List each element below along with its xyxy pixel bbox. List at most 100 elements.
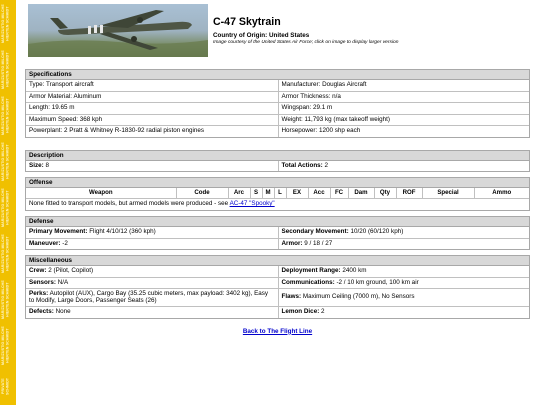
secondary-movement-cell: Secondary Movement: 10/20 (60/120 kph) <box>277 227 530 238</box>
defects-cell: Defects: None <box>26 307 278 318</box>
communications-value: -2 / 10 km ground, 100 km air <box>336 278 419 286</box>
deployment-range-cell: Deployment Range: 2400 km <box>277 266 530 277</box>
section-heading: Specifications <box>26 70 529 80</box>
table-row: Maximum Speed: 368 kph Weight: 11,793 kg… <box>26 114 530 126</box>
sidebar-stamp: MARIZUSTIG MILCHE HIERTEN SCHMIDT <box>1 50 10 90</box>
sidebar-stamp: MARIZUSTIG MILCHE HIERTEN SCHMIDT <box>1 326 10 366</box>
aircraft-image <box>28 4 208 57</box>
maneuver-label: Maneuver: <box>29 239 61 247</box>
size-label: Size: <box>29 161 44 169</box>
sensors-value: N/A <box>57 278 69 286</box>
primary-movement-value: Flight 4/10/12 (360 kph) <box>89 228 156 235</box>
divider <box>25 138 530 150</box>
column-header: EX <box>286 188 309 199</box>
section-heading: Description <box>26 150 529 161</box>
specifications-section: Specifications Type: Transport aircraft … <box>25 69 530 138</box>
deployment-range-value: 2400 km <box>342 267 367 274</box>
sensors-label: Sensors: <box>29 278 56 286</box>
sidebar-stamp: MARIZUSTIG MILCHE HIERTEN SCHMIDT <box>1 234 10 274</box>
table-row: Sensors: N/A Communications: -2 / 10 km … <box>26 277 530 289</box>
column-header: Qty <box>374 188 397 199</box>
offense-note-text: None fitted to transport models, but arm… <box>29 200 229 207</box>
spec-wingspan: Wingspan: 29.1 m <box>277 103 530 114</box>
defects-label: Defects: <box>29 308 54 315</box>
table-row: Defects: None Lemon Dice: 2 <box>26 307 529 318</box>
sidebar-stamp: MARIZUSTIG MILCHE HIERTEN SCHMIDT <box>1 142 10 182</box>
column-header: Acc <box>308 188 331 199</box>
spec-horsepower: Horsepower: 1200 shp each <box>277 126 530 137</box>
table-row: Primary Movement: Flight 4/10/12 (360 kp… <box>26 227 529 239</box>
column-header: L <box>274 188 287 199</box>
spec-type: Type: Transport aircraft <box>29 81 94 88</box>
primary-movement-label: Primary Movement: <box>29 228 88 235</box>
section-heading: Miscellaneous <box>26 256 529 266</box>
spec-powerplant: Powerplant: 2 Pratt & Whitney R-1830-92 … <box>29 127 205 134</box>
ac47-spooky-link[interactable]: AC-47 "Spooky" <box>230 200 275 207</box>
offense-section: Offense Weapon Code Arc S M L EX Acc FC … <box>25 177 530 211</box>
column-header: Arc <box>228 188 251 199</box>
back-to-flight-line-link[interactable]: Back to The Flight Line <box>243 328 312 335</box>
table-row: Perks: Autopilot (AUX), Cargo Bay (35.25… <box>26 289 529 307</box>
description-section: Description Size: 8 Total Actions: 2 <box>25 149 530 172</box>
defense-section: Defense Primary Movement: Flight 4/10/12… <box>25 216 530 250</box>
spec-armor-thickness: Armor Thickness: n/a <box>277 91 530 102</box>
defects-value: None <box>55 308 71 315</box>
maneuver-cell: Maneuver: -2 <box>26 239 278 250</box>
sidebar-strip: MARIZUSTIG MILCHE HIERTEN SCHMIDT MARIZU… <box>0 0 16 405</box>
lemon-dice-label: Lemon Dice: <box>281 308 320 315</box>
column-header: M <box>262 188 275 199</box>
column-header: Dam <box>348 188 375 199</box>
offense-table: Weapon Code Arc S M L EX Acc FC Dam Qty … <box>26 188 529 199</box>
image-courtesy: Image courtesy of the United States Air … <box>213 40 399 45</box>
spec-manufacturer: Manufacturer: Douglas Aircraft <box>277 80 530 91</box>
page-header: C-47 Skytrain Country of Origin: United … <box>25 4 530 62</box>
miscellaneous-section: Miscellaneous Crew: 2 (Pilot, Copilot) D… <box>25 255 530 319</box>
table-row: Powerplant: 2 Pratt & Whitney R-1830-92 … <box>26 126 529 137</box>
crew-cell: Crew: 2 (Pilot, Copilot) <box>26 266 278 277</box>
secondary-movement-label: Secondary Movement: <box>281 228 349 235</box>
spec-length: Length: 19.65 m <box>29 104 75 111</box>
sidebar-stamp: MARIZUSTIG MILCHE HIERTEN SCHMIDT <box>1 96 10 136</box>
table-row: Type: Transport aircraft Manufacturer: D… <box>26 80 529 92</box>
table-row: Crew: 2 (Pilot, Copilot) Deployment Rang… <box>26 266 529 278</box>
crew-label: Crew: <box>29 267 47 274</box>
armor-value: 9 / 18 / 27 <box>304 239 333 247</box>
spec-armor-material: Armor Material: Aluminum <box>29 92 102 100</box>
flaws-value: Maximum Ceiling (7000 m), No Sensors <box>302 293 415 301</box>
column-header: ROF <box>396 188 423 199</box>
page-title: C-47 Skytrain <box>213 16 281 28</box>
maneuver-value: -2 <box>62 239 68 247</box>
aircraft-photo[interactable] <box>28 4 208 57</box>
total-actions-cell: Total Actions: 2 <box>277 160 530 171</box>
armor-label: Armor: <box>281 239 303 247</box>
column-header: Ammo <box>474 188 529 199</box>
origin-value: United States <box>268 32 310 39</box>
offense-note: None fitted to transport models, but arm… <box>26 199 529 210</box>
flaws-cell: Flaws: Maximum Ceiling (7000 m), No Sens… <box>277 289 530 306</box>
spec-max-speed: Maximum Speed: 368 kph <box>29 115 103 123</box>
sidebar-stamp: PRIVATE SCHMIDT <box>1 377 10 396</box>
column-header: Special <box>422 188 475 199</box>
sidebar-stamp: MARIZUSTIG MILCHE HIERTEN SCHMIDT <box>1 188 10 228</box>
total-actions-value: 2 <box>324 161 329 169</box>
column-header: Code <box>176 188 229 199</box>
perks-cell: Perks: Autopilot (AUX), Cargo Bay (35.25… <box>26 289 278 306</box>
origin-label: Country of Origin: <box>213 32 268 39</box>
secondary-movement-value: 10/20 (60/120 kph) <box>350 228 404 235</box>
sensors-cell: Sensors: N/A <box>26 278 278 289</box>
table-row: Armor Material: Aluminum Armor Thickness… <box>26 91 530 103</box>
size-cell: Size: 8 <box>26 161 278 172</box>
table-row: Length: 19.65 m Wingspan: 29.1 m <box>26 103 529 115</box>
title-block: C-47 Skytrain Country of Origin: United … <box>213 16 530 45</box>
table-row: Maneuver: -2 Armor: 9 / 18 / 27 <box>26 238 529 250</box>
spec-weight: Weight: 11,793 kg (max takeoff weight) <box>277 114 530 125</box>
perks-value: Autopilot (AUX), Cargo Bay (35.25 cubic … <box>29 290 269 304</box>
flaws-label: Flaws: <box>281 293 302 301</box>
column-header: FC <box>330 188 349 199</box>
communications-cell: Communications: -2 / 10 km ground, 100 k… <box>277 277 530 288</box>
sidebar-stamp: MARIZUSTIG MILCHE HIERTEN SCHMIDT <box>1 280 10 320</box>
crew-value: 2 (Pilot, Copilot) <box>48 267 94 274</box>
table-header-row: Weapon Code Arc S M L EX Acc FC Dam Qty … <box>26 188 529 199</box>
size-value: 8 <box>45 161 49 169</box>
section-heading: Offense <box>26 178 529 188</box>
